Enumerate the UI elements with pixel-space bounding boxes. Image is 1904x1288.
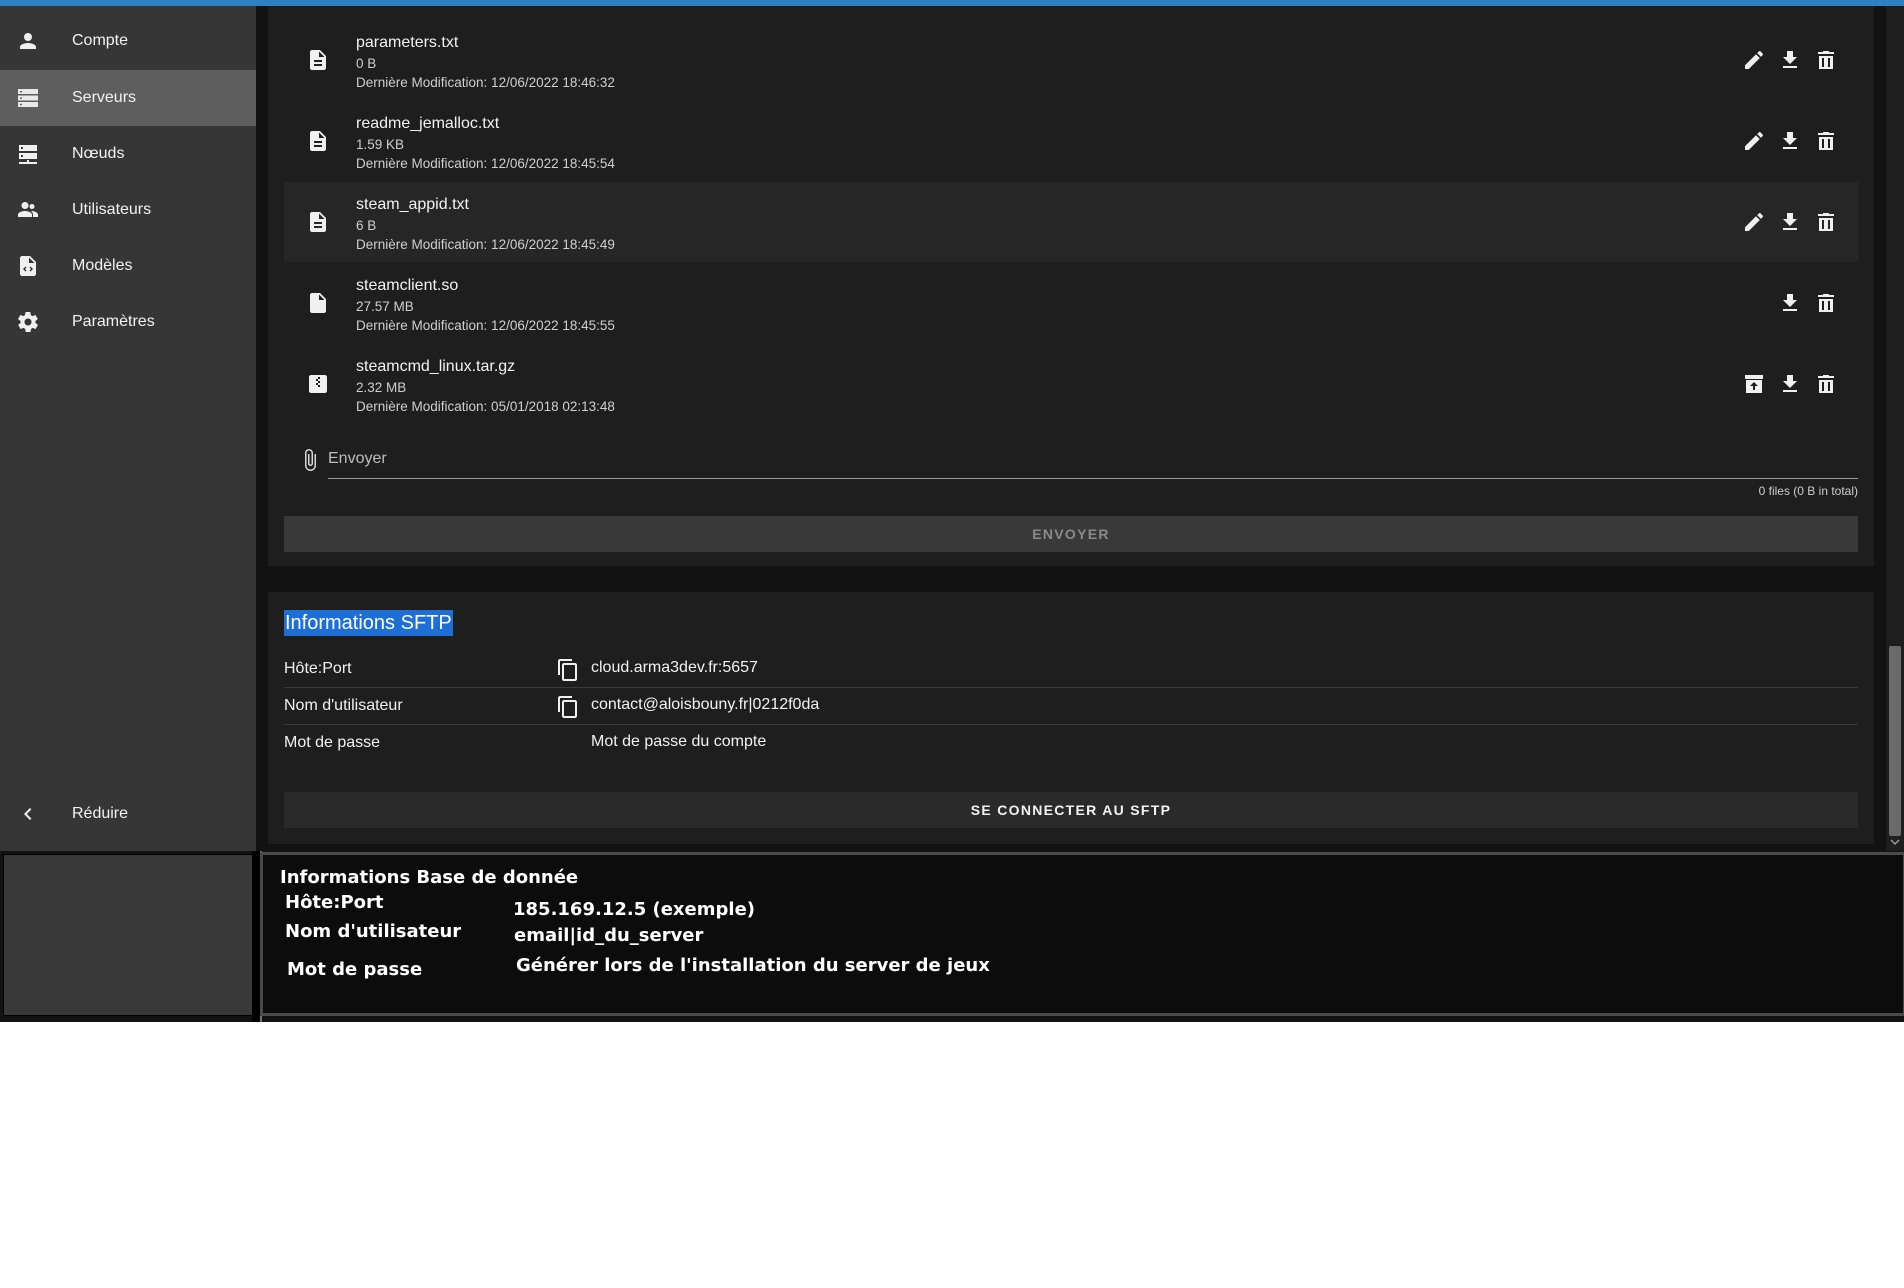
download-icon[interactable] bbox=[1778, 48, 1802, 72]
delete-icon[interactable] bbox=[1814, 129, 1838, 153]
file-size: 6 B bbox=[356, 218, 377, 233]
sidebar-item-label: Nœuds bbox=[72, 145, 125, 162]
sftp-username-label: Nom d'utilisateur bbox=[284, 697, 403, 714]
chevron-down-icon[interactable] bbox=[1889, 836, 1901, 848]
file-actions bbox=[1742, 372, 1838, 396]
delete-icon[interactable] bbox=[1814, 48, 1838, 72]
download-icon[interactable] bbox=[1778, 210, 1802, 234]
sidebar-item-compte[interactable]: Compte bbox=[0, 13, 256, 69]
file-modified-date: Dernière Modification: 12/06/2022 18:45:… bbox=[356, 237, 615, 252]
file-name: readme_jemalloc.txt bbox=[356, 115, 500, 132]
file-actions bbox=[1742, 129, 1838, 153]
file-row-steamclient-so[interactable]: steamclient.so 27.57 MB Dernière Modific… bbox=[284, 263, 1858, 343]
sftp-password-value: Mot de passe du compte bbox=[591, 733, 767, 750]
delete-icon[interactable] bbox=[1814, 372, 1838, 396]
file-actions bbox=[1778, 291, 1838, 315]
file-size: 1.59 KB bbox=[356, 137, 405, 152]
delete-icon[interactable] bbox=[1814, 291, 1838, 315]
chevron-left-icon bbox=[16, 802, 40, 826]
copy-icon[interactable] bbox=[556, 695, 580, 719]
sidebar-item-label: Paramètres bbox=[72, 313, 155, 330]
file-row-steam-appid-txt[interactable]: steam_appid.txt 6 B Dernière Modificatio… bbox=[284, 182, 1858, 262]
send-button[interactable]: ENVOYER bbox=[284, 516, 1858, 552]
text-file-icon bbox=[306, 48, 330, 72]
sftp-row-password: Mot de passe Mot de passe du compte bbox=[284, 724, 1858, 761]
sidebar-collapse-label: Réduire bbox=[72, 805, 129, 822]
edit-icon[interactable] bbox=[1742, 48, 1766, 72]
gear-icon bbox=[16, 310, 40, 334]
copy-icon[interactable] bbox=[556, 658, 580, 682]
sidebar: Compte Serveurs Nœuds Utilisateurs Modèl… bbox=[0, 6, 256, 851]
file-icon bbox=[306, 291, 330, 315]
sidebar-item-label: Modèles bbox=[72, 257, 133, 274]
file-name: steamcmd_linux.tar.gz bbox=[356, 358, 516, 375]
db-password-value: Générer lors de l'installation du server… bbox=[516, 955, 990, 976]
file-name: steamclient.so bbox=[356, 277, 459, 294]
upload-files-count: 0 files (0 B in total) bbox=[1758, 484, 1858, 498]
file-manager-card: parameters.txt 0 B Dernière Modification… bbox=[268, 6, 1874, 566]
file-size: 27.57 MB bbox=[356, 299, 414, 314]
app-window: Compte Serveurs Nœuds Utilisateurs Modèl… bbox=[0, 0, 1904, 1022]
upload-input[interactable] bbox=[328, 440, 1858, 479]
sidebar-item-label: Compte bbox=[72, 32, 129, 49]
account-icon bbox=[16, 29, 40, 53]
paperclip-icon bbox=[298, 448, 322, 472]
db-username-value: email|id_du_server bbox=[514, 925, 704, 946]
sidebar-item-label: Serveurs bbox=[72, 89, 137, 106]
sftp-username-value: contact@aloisbouny.fr|0212f0da bbox=[591, 696, 820, 713]
file-name: steam_appid.txt bbox=[356, 196, 469, 213]
text-file-icon bbox=[306, 210, 330, 234]
db-host-value: 185.169.12.5 (exemple) bbox=[513, 899, 755, 920]
db-info-left-panel bbox=[3, 854, 255, 1016]
templates-icon bbox=[16, 254, 40, 278]
sidebar-item-utilisateurs[interactable]: Utilisateurs bbox=[0, 182, 256, 238]
file-modified-date: Dernière Modification: 05/01/2018 02:13:… bbox=[356, 399, 615, 414]
nodes-icon bbox=[16, 142, 40, 166]
db-username-label: Nom d'utilisateur bbox=[285, 921, 462, 942]
file-row-steamcmd-linux-tar-gz[interactable]: steamcmd_linux.tar.gz 2.32 MB Dernière M… bbox=[284, 344, 1858, 424]
file-row-parameters-txt[interactable]: parameters.txt 0 B Dernière Modification… bbox=[284, 20, 1858, 100]
file-row-readme-jemalloc-txt[interactable]: readme_jemalloc.txt 1.59 KB Dernière Mod… bbox=[284, 101, 1858, 181]
text-file-icon bbox=[306, 129, 330, 153]
download-icon[interactable] bbox=[1778, 129, 1802, 153]
sftp-host-label: Hôte:Port bbox=[284, 660, 352, 677]
db-info-title: Informations Base de donnée bbox=[280, 867, 579, 888]
sidebar-item-modeles[interactable]: Modèles bbox=[0, 238, 256, 294]
scrollbar-thumb[interactable] bbox=[1889, 646, 1901, 836]
servers-icon bbox=[16, 86, 40, 110]
file-size: 2.32 MB bbox=[356, 380, 407, 395]
scrollbar[interactable] bbox=[1886, 6, 1904, 851]
edit-icon[interactable] bbox=[1742, 210, 1766, 234]
main-content: parameters.txt 0 B Dernière Modification… bbox=[256, 6, 1886, 851]
sftp-password-label: Mot de passe bbox=[284, 734, 381, 751]
sidebar-item-parametres[interactable]: Paramètres bbox=[0, 294, 256, 350]
sidebar-item-label: Utilisateurs bbox=[72, 201, 152, 218]
sidebar-collapse-button[interactable]: Réduire bbox=[0, 786, 256, 842]
users-icon bbox=[16, 198, 40, 222]
edit-icon[interactable] bbox=[1742, 129, 1766, 153]
sftp-title: Informations SFTP bbox=[284, 610, 453, 636]
sidebar-item-serveurs[interactable]: Serveurs bbox=[0, 70, 256, 126]
db-info-panel: Informations Base de donnée Hôte:Port 18… bbox=[260, 852, 1904, 1016]
file-actions bbox=[1742, 210, 1838, 234]
sftp-connect-button[interactable]: SE CONNECTER AU SFTP bbox=[284, 792, 1858, 828]
file-modified-date: Dernière Modification: 12/06/2022 18:46:… bbox=[356, 75, 615, 90]
sidebar-item-noeuds[interactable]: Nœuds bbox=[0, 126, 256, 182]
download-icon[interactable] bbox=[1778, 291, 1802, 315]
db-host-label: Hôte:Port bbox=[285, 892, 384, 913]
file-modified-date: Dernière Modification: 12/06/2022 18:45:… bbox=[356, 156, 615, 171]
sftp-row-username: Nom d'utilisateur contact@aloisbouny.fr|… bbox=[284, 687, 1858, 725]
archive-file-icon bbox=[306, 372, 330, 396]
download-icon[interactable] bbox=[1778, 372, 1802, 396]
unarchive-icon[interactable] bbox=[1742, 372, 1766, 396]
file-name: parameters.txt bbox=[356, 34, 459, 51]
db-password-label: Mot de passe bbox=[287, 959, 423, 980]
delete-icon[interactable] bbox=[1814, 210, 1838, 234]
sftp-row-host: Hôte:Port cloud.arma3dev.fr:5657 bbox=[284, 650, 1858, 688]
file-size: 0 B bbox=[356, 56, 377, 71]
file-actions bbox=[1742, 48, 1838, 72]
file-modified-date: Dernière Modification: 12/06/2022 18:45:… bbox=[356, 318, 615, 333]
sftp-host-value: cloud.arma3dev.fr:5657 bbox=[591, 659, 758, 676]
sftp-info-card: Informations SFTP Hôte:Port cloud.arma3d… bbox=[268, 592, 1874, 844]
